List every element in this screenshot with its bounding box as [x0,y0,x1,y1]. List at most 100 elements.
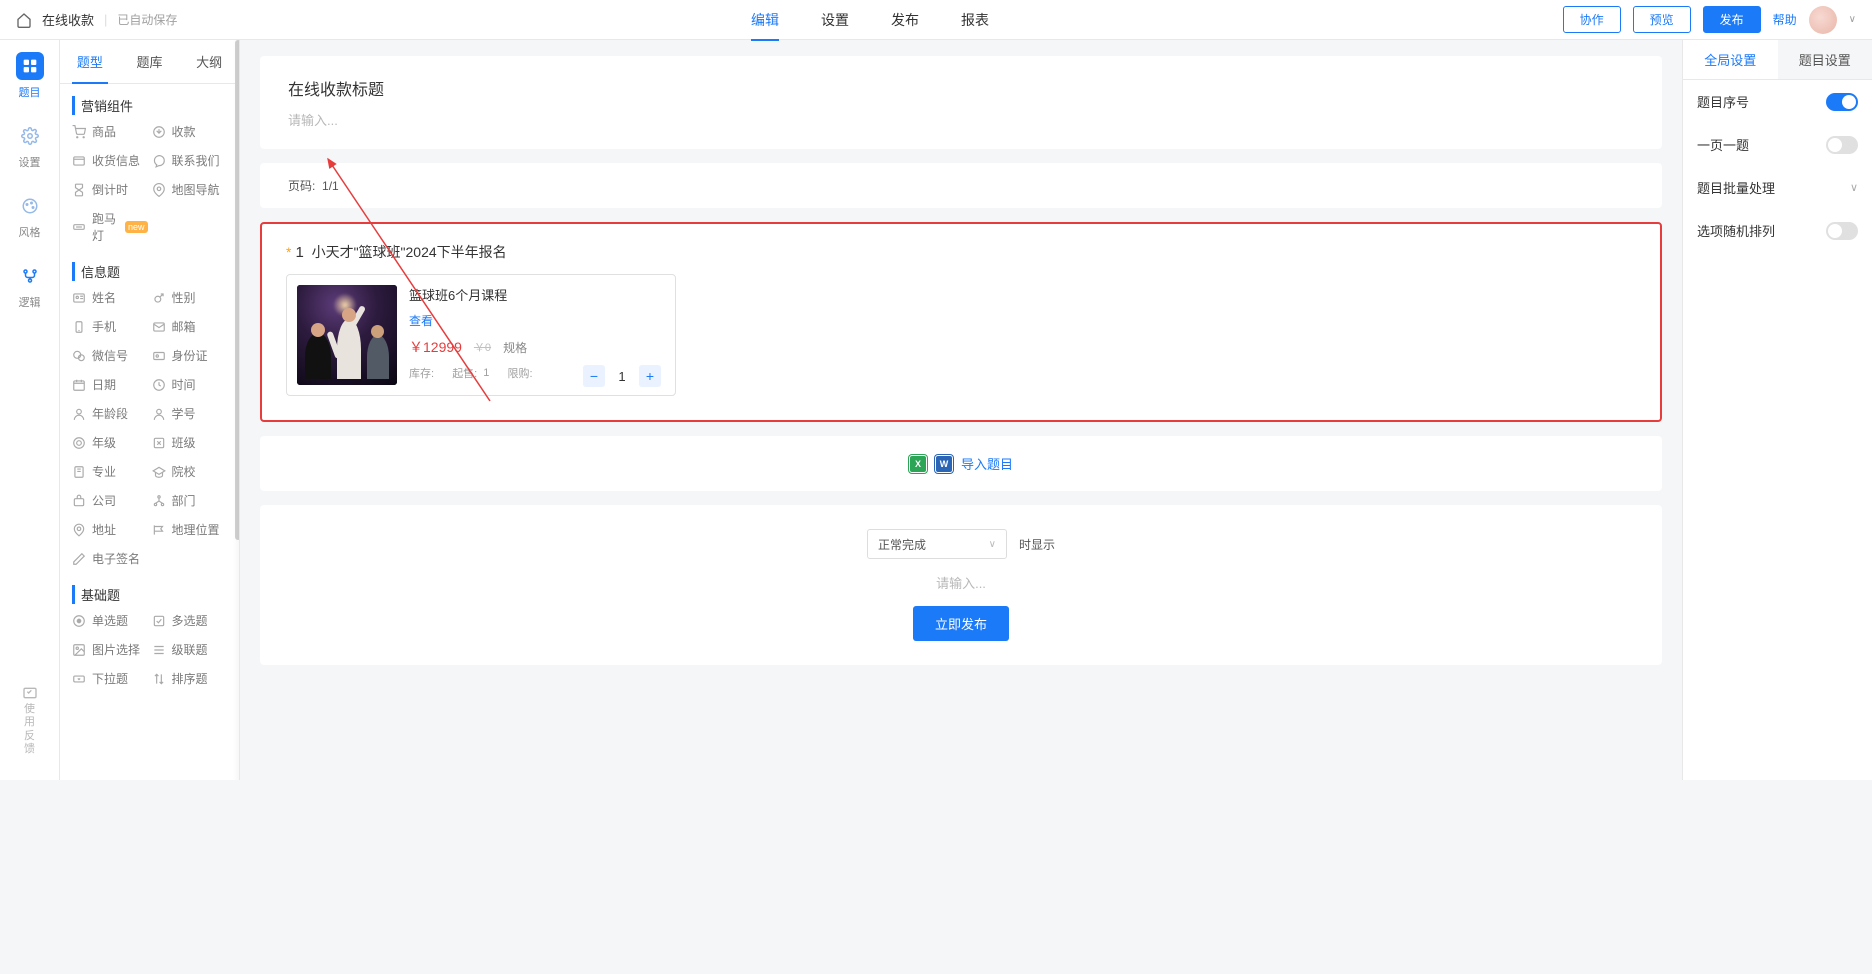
comp-major[interactable]: 专业 [72,463,148,480]
setting-onepage: 一页一题 [1683,123,1872,166]
help-link[interactable]: 帮助 [1773,11,1797,28]
app-title: 在线收款 [42,10,94,29]
comp-date[interactable]: 日期 [72,376,148,393]
section-info-title: 信息题 [72,262,227,281]
display-label: 时显示 [1019,536,1055,553]
comp-gender[interactable]: 性别 [152,289,228,306]
comp-checkbox[interactable]: 多选题 [152,612,228,629]
collaborate-button[interactable]: 协作 [1563,6,1621,33]
comp-grade[interactable]: 年级 [72,434,148,451]
comp-idcard[interactable]: 身份证 [152,347,228,364]
comp-tab-outline[interactable]: 大纲 [179,40,239,83]
product-old-price: ￥0 [474,339,491,355]
setting-random: 选项随机排列 [1683,209,1872,252]
comp-sort[interactable]: 排序题 [152,670,228,687]
word-icon: W [935,455,953,473]
branch-icon [16,262,44,290]
settings-tab-global[interactable]: 全局设置 [1683,40,1778,79]
comp-time[interactable]: 时间 [152,376,228,393]
spec-link[interactable]: 规格 [503,339,527,356]
comp-cascade[interactable]: 级联题 [152,641,228,658]
comp-school[interactable]: 院校 [152,463,228,480]
publish-button[interactable]: 发布 [1703,6,1761,33]
quantity-stepper: − 1 + [583,365,661,387]
home-icon[interactable] [16,12,32,28]
preview-button[interactable]: 预览 [1633,6,1691,33]
nav-settings[interactable]: 设置 [16,122,44,170]
limit-label: 限购: [508,365,533,381]
new-badge: new [125,221,148,233]
stock-label: 库存: [409,365,434,381]
publish-now-button[interactable]: 立即发布 [913,606,1009,641]
comp-dept[interactable]: 部门 [152,492,228,509]
chevron-down-icon: ∨ [989,539,996,550]
view-link[interactable]: 查看 [409,312,661,329]
comp-shipping[interactable]: 收货信息 [72,152,148,169]
desc-placeholder[interactable]: 请输入... [288,110,1634,129]
comp-signature[interactable]: 电子签名 [72,550,148,567]
nav-style-label: 风格 [19,224,41,240]
comp-age[interactable]: 年龄段 [72,405,148,422]
chevron-down-icon[interactable]: ∨ [1849,14,1856,25]
comp-product[interactable]: 商品 [72,123,148,140]
comp-company[interactable]: 公司 [72,492,148,509]
qty-value: 1 [613,369,631,384]
form-title: 在线收款标题 [288,76,1634,100]
comp-tab-type[interactable]: 题型 [60,40,120,83]
tab-publish[interactable]: 发布 [891,0,919,40]
settings-tab-question[interactable]: 题目设置 [1778,40,1872,79]
comp-marquee[interactable]: 跑马灯new [72,210,148,244]
toggle-onepage[interactable] [1826,136,1858,154]
comp-payment[interactable]: 收款 [152,123,228,140]
nav-logic-label: 逻辑 [19,294,41,310]
comp-radio[interactable]: 单选题 [72,612,148,629]
product-image[interactable] [297,285,397,385]
setting-batch[interactable]: 题目批量处理 ∨ [1683,166,1872,209]
settings-panel: 全局设置 题目设置 题目序号 一页一题 题目批量处理 ∨ 选项随机排列 [1682,40,1872,780]
required-star-icon: * [286,244,291,260]
import-questions-button[interactable]: X W 导入题目 [260,436,1662,491]
comp-map[interactable]: 地图导航 [152,181,228,198]
comp-imagechoice[interactable]: 图片选择 [72,641,148,658]
nav-logic[interactable]: 逻辑 [16,262,44,310]
tab-edit[interactable]: 编辑 [751,0,779,40]
comp-name[interactable]: 姓名 [72,289,148,306]
chevron-down-icon: ∨ [1850,181,1858,194]
comp-class[interactable]: 班级 [152,434,228,451]
grid-icon [16,52,44,80]
tab-report[interactable]: 报表 [961,0,989,40]
gear-icon [16,122,44,150]
comp-wechat[interactable]: 微信号 [72,347,148,364]
title-card[interactable]: 在线收款标题 请输入... [260,56,1662,149]
product-box: 篮球班6个月课程 查看 ￥12999 ￥0 规格 库存: 起售:1 限购: − [286,274,676,396]
user-avatar[interactable] [1809,6,1837,34]
qty-plus-button[interactable]: + [639,365,661,387]
form-canvas: 在线收款标题 请输入... 页码: 1/1 *1 小天才"篮球班"2024下半年… [240,40,1682,780]
components-panel: 题型 题库 大纲 营销组件 商品 收款 收货信息 联系我们 倒计时 地图导航 跑… [60,40,240,780]
nav-questions-label: 题目 [19,84,41,100]
comp-address[interactable]: 地址 [72,521,148,538]
comp-contact[interactable]: 联系我们 [152,152,228,169]
tab-settings[interactable]: 设置 [821,0,849,40]
completion-select[interactable]: 正常完成 ∨ [867,529,1007,559]
feedback-label: 使 [24,703,35,716]
excel-icon: X [909,455,927,473]
question-product-card[interactable]: *1 小天才"篮球班"2024下半年报名 篮球班6个月课程 查看 ￥12999 … [260,222,1662,422]
qty-minus-button[interactable]: − [583,365,605,387]
nav-settings-label: 设置 [19,154,41,170]
comp-tab-library[interactable]: 题库 [120,40,180,83]
toggle-random[interactable] [1826,222,1858,240]
toggle-serial[interactable] [1826,93,1858,111]
palette-icon [16,192,44,220]
minsell-label: 起售: [452,365,477,381]
feedback-button[interactable]: 使 用 反 馈 [16,681,44,760]
comp-phone[interactable]: 手机 [72,318,148,335]
comp-studentid[interactable]: 学号 [152,405,228,422]
nav-style[interactable]: 风格 [16,192,44,240]
comp-email[interactable]: 邮箱 [152,318,228,335]
completion-placeholder[interactable]: 请输入... [400,573,1522,592]
comp-location[interactable]: 地理位置 [152,521,228,538]
comp-dropdown[interactable]: 下拉题 [72,670,148,687]
nav-questions[interactable]: 题目 [16,52,44,100]
comp-countdown[interactable]: 倒计时 [72,181,148,198]
